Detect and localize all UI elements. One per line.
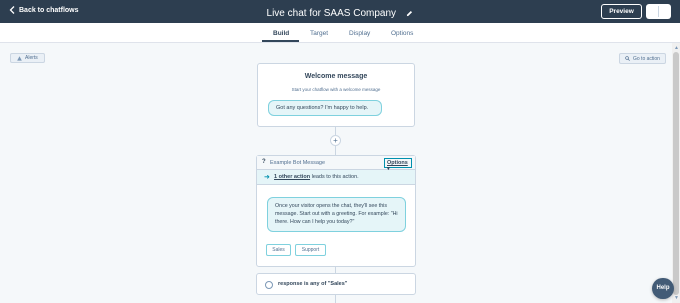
active-tab-indicator <box>262 40 299 42</box>
preview-button[interactable]: Preview <box>601 4 642 19</box>
welcome-subtitle: Start your chatflow with a welcome messa… <box>291 87 381 92</box>
quick-reply-support[interactable]: Support <box>295 244 326 256</box>
pencil-edit-icon[interactable] <box>406 10 413 17</box>
branch-condition-label: response is any of "Sales" <box>278 281 348 287</box>
quick-reply-sales[interactable]: Sales <box>266 244 291 256</box>
bot-message-card[interactable]: ? Example Bot Message Options ▾ ➜ 1 othe… <box>256 155 416 267</box>
chatflow-title: Live chat for SAAS Company <box>266 8 397 20</box>
save-split-button[interactable] <box>646 4 671 19</box>
arrow-right-icon: ➜ <box>264 174 270 181</box>
branch-condition-card[interactable]: response is any of "Sales" <box>256 273 416 295</box>
tab-display[interactable]: Display <box>349 30 370 37</box>
alerts-label: Alerts <box>25 55 38 61</box>
connector-line <box>335 146 336 155</box>
lead-text: 1 other action leads to this action. <box>274 174 359 180</box>
options-dropdown[interactable]: Options ▾ <box>384 158 412 172</box>
tab-target[interactable]: Target <box>310 30 328 37</box>
welcome-message-card[interactable]: Welcome message Start your chatflow with… <box>257 63 415 127</box>
bot-message-name: Example Bot Message <box>270 160 326 166</box>
scroll-down-arrow-icon[interactable]: ▼ <box>674 295 679 301</box>
tab-build[interactable]: Build <box>273 30 289 37</box>
lead-info-row: ➜ 1 other action leads to this action. <box>257 170 415 185</box>
connector-line <box>335 127 336 135</box>
question-mark-icon: ? <box>262 159 266 165</box>
warning-icon <box>17 55 22 61</box>
bot-message-header: ? Example Bot Message Options ▾ <box>257 156 415 172</box>
other-action-link[interactable]: 1 other action <box>274 174 310 180</box>
tab-options[interactable]: Options <box>391 30 413 37</box>
title-area: Live chat for SAAS Company <box>0 5 680 23</box>
help-button[interactable]: Help <box>652 278 674 299</box>
tab-bar: Build Target Display Options <box>0 23 680 43</box>
connector-line <box>335 295 336 303</box>
branch-radio[interactable] <box>265 281 273 289</box>
scroll-up-arrow-icon[interactable]: ▲ <box>674 45 679 51</box>
options-label: Options <box>387 160 408 166</box>
bot-message-bubble: Once your visitor opens the chat, they'l… <box>267 197 406 232</box>
welcome-message-bubble: Got any questions? I'm happy to help. <box>268 100 382 116</box>
alerts-button[interactable]: Alerts <box>10 53 45 63</box>
lead-rest-text: leads to this action. <box>310 174 359 180</box>
add-action-button[interactable]: + <box>330 135 341 146</box>
go-to-action-label: Go to action <box>633 55 660 62</box>
welcome-title: Welcome message <box>304 73 368 80</box>
scrollbar-thumb[interactable] <box>673 52 679 295</box>
search-icon <box>625 56 630 61</box>
go-to-action-button[interactable]: Go to action <box>619 53 666 64</box>
top-navigation-bar: Back to chatflows Live chat for SAAS Com… <box>0 0 680 23</box>
